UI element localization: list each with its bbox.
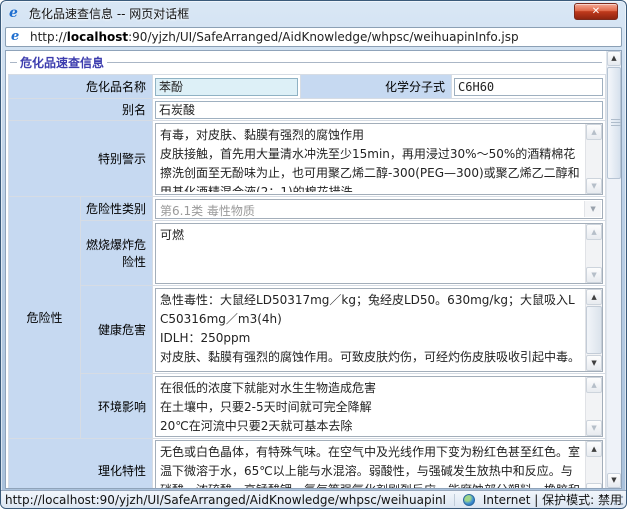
chemical-info-table: 危化品名称 化学分子式 别名 特别警示 有毒，对皮肤、黏膜有强烈的腐蚀作用 皮肤… [8, 74, 606, 488]
scroll-down-icon[interactable]: ▼ [586, 355, 602, 371]
scroll-down-icon[interactable]: ▼ [586, 483, 602, 488]
physchem-scrollbar[interactable]: ▲ ▼ [585, 441, 602, 488]
section-header: 危化品速查信息 [10, 54, 602, 71]
dialog-window: e 危化品速查信息 -- 网页对话框 ✕ e http://localhost:… [0, 0, 627, 509]
scrollbar-gripper [611, 119, 622, 126]
row-special-warning: 特别警示 有毒，对皮肤、黏膜有强烈的腐蚀作用 皮肤接触，首先用大量清水冲洗至少1… [9, 121, 606, 197]
physchem-textarea[interactable]: 无色或白色晶体，有特殊气味。在空气中及光线作用下变为粉红色甚至红色。室温下微溶于… [155, 440, 603, 488]
status-zone: Internet | 保护模式: 禁用 [483, 491, 622, 508]
status-bar: http://localhost:90/yjzh/UI/SafeArranged… [1, 490, 626, 508]
page-scrollbar-thumb[interactable] [607, 67, 621, 179]
row-health-hazard: 健康危害 急性毒性：大鼠经LD50317mg／kg；兔经皮LD50。630mg/… [9, 286, 606, 374]
environment-scrollbar[interactable]: ▲ ▼ [585, 377, 602, 436]
row-environment: 环境影响 在很低的浓度下就能对水生生物造成危害 在土壤中，只要2-5天时间就可完… [9, 374, 606, 439]
special-warning-label: 特别警示 [9, 121, 153, 197]
ie-page-icon: e [11, 30, 25, 44]
hazard-group-label: 危险性 [9, 197, 81, 439]
address-bar: e http://localhost:90/yjzh/UI/SafeArrang… [5, 27, 622, 47]
alias-label: 别名 [9, 99, 153, 121]
globe-icon [463, 494, 475, 506]
health-hazard-label: 健康危害 [81, 286, 153, 374]
fire-explosion-text: 可燃 [160, 226, 583, 281]
health-hazard-scrollbar[interactable]: ▲ ▼ [585, 289, 602, 371]
window-title: 危化品速查信息 -- 网页对话框 [29, 5, 189, 22]
fire-explosion-scrollbar[interactable]: ▲ ▼ [585, 224, 602, 283]
environment-textarea[interactable]: 在很低的浓度下就能对水生生物造成危害 在土壤中，只要2-5天时间就可完全降解 2… [155, 376, 603, 437]
row-hazard-category: 危险性 危险性类别 第6.1类 毒性物质 ▼ [9, 197, 606, 221]
section-divider-left [10, 62, 17, 63]
page-content: 危化品速查信息 危化品名称 化学分子式 别名 特别警示 [6, 51, 606, 488]
row-alias: 别名 [9, 99, 606, 121]
scroll-down-icon[interactable]: ▼ [586, 420, 602, 436]
row-fire-explosion: 燃烧爆炸危险性 可燃 ▲ ▼ [9, 221, 606, 286]
special-warning-text: 有毒，对皮肤、黏膜有强烈的腐蚀作用 皮肤接触，首先用大量清水冲洗至少15min，… [160, 126, 583, 192]
status-url: http://localhost:90/yjzh/UI/SafeArranged… [5, 493, 446, 507]
scroll-up-icon[interactable]: ▲ [586, 124, 602, 140]
hazard-category-select[interactable]: 第6.1类 毒性物质 ▼ [155, 199, 603, 219]
client-area: 危化品速查信息 危化品名称 化学分子式 别名 特别警示 [5, 50, 622, 489]
address-bar-row: e http://localhost:90/yjzh/UI/SafeArrang… [1, 26, 626, 50]
section-divider-right [107, 62, 602, 63]
hazard-category-label: 危险性类别 [81, 197, 153, 221]
row-physchem: 理化特性 无色或白色晶体，有特殊气味。在空气中及光线作用下变为粉红色甚至红色。室… [9, 439, 606, 489]
scroll-up-icon[interactable]: ▲ [586, 377, 602, 393]
health-hazard-text: 急性毒性：大鼠经LD50317mg／kg；兔经皮LD50。630mg/kg；大鼠… [160, 291, 583, 369]
formula-input[interactable] [454, 78, 603, 96]
chemical-name-input[interactable] [155, 78, 298, 96]
resize-grip[interactable] [613, 495, 624, 506]
section-title: 危化品速查信息 [20, 54, 104, 71]
status-divider [454, 494, 455, 506]
dropdown-arrow-icon[interactable]: ▼ [584, 201, 601, 217]
special-warning-textarea[interactable]: 有毒，对皮肤、黏膜有强烈的腐蚀作用 皮肤接触，首先用大量清水冲洗至少15min，… [155, 123, 603, 195]
special-warning-scrollbar[interactable]: ▲ ▼ [585, 124, 602, 194]
scroll-down-icon[interactable]: ▼ [607, 473, 621, 488]
physchem-label: 理化特性 [9, 439, 153, 489]
scroll-up-icon[interactable]: ▲ [586, 441, 602, 457]
close-icon: ✕ [592, 6, 600, 17]
scroll-up-icon[interactable]: ▲ [586, 289, 602, 305]
hazard-category-value: 第6.1类 毒性物质 [160, 202, 255, 219]
fire-explosion-textarea[interactable]: 可燃 ▲ ▼ [155, 223, 603, 284]
scroll-down-icon[interactable]: ▼ [586, 178, 602, 194]
formula-label: 化学分子式 [301, 75, 452, 99]
environment-text: 在很低的浓度下就能对水生生物造成危害 在土壤中，只要2-5天时间就可完全降解 2… [160, 379, 583, 434]
environment-label: 环境影响 [81, 374, 153, 439]
physchem-text: 无色或白色晶体，有特殊气味。在空气中及光线作用下变为粉红色甚至红色。室温下微溶于… [160, 443, 583, 488]
title-bar: e 危化品速查信息 -- 网页对话框 ✕ [1, 1, 626, 26]
fire-explosion-label: 燃烧爆炸危险性 [81, 221, 153, 286]
scroll-down-icon[interactable]: ▼ [586, 267, 602, 283]
page-scrollbar[interactable]: ▲ ▼ [606, 51, 621, 488]
scroll-up-icon[interactable]: ▲ [586, 224, 602, 240]
health-hazard-textarea[interactable]: 急性毒性：大鼠经LD50317mg／kg；兔经皮LD50。630mg/kg；大鼠… [155, 288, 603, 372]
ie-icon: e [9, 6, 24, 21]
scroll-up-icon[interactable]: ▲ [607, 51, 621, 66]
scrollbar-thumb[interactable] [586, 306, 602, 354]
name-label: 危化品名称 [9, 75, 153, 99]
address-url: http://localhost:90/yjzh/UI/SafeArranged… [30, 30, 519, 44]
alias-input[interactable] [155, 101, 603, 119]
row-name-formula: 危化品名称 化学分子式 [9, 75, 606, 99]
close-button[interactable]: ✕ [574, 3, 618, 20]
